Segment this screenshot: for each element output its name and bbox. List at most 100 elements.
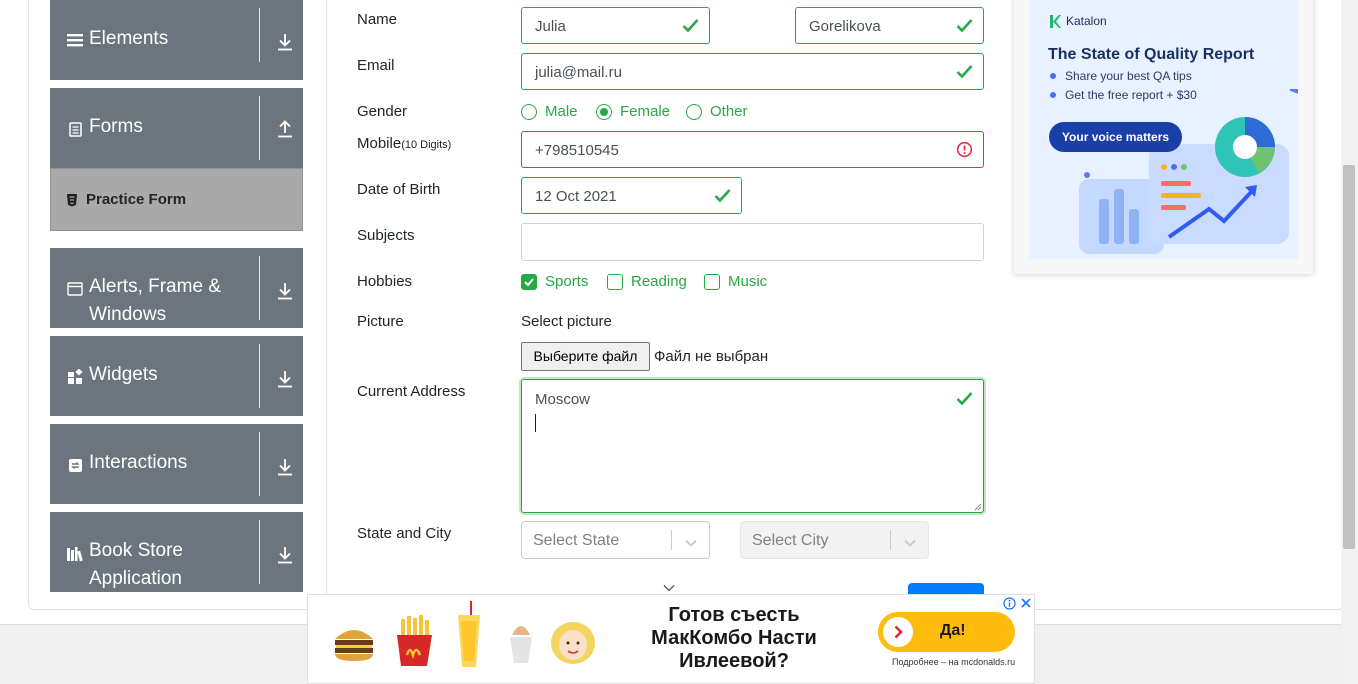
resize-handle-icon[interactable] (973, 502, 982, 511)
dob-input[interactable]: 12 Oct 2021 (521, 177, 742, 214)
ice-cream-icon (510, 626, 532, 663)
books-icon (66, 545, 84, 563)
ad-yes-button[interactable]: Да! (878, 612, 1015, 652)
first-name-input[interactable]: Julia (521, 7, 710, 44)
burger-icon (335, 630, 373, 661)
ad-headline-line: Готов съесть (668, 604, 800, 626)
checkbox-checked[interactable] (521, 273, 537, 290)
ad-banner-right[interactable]: Katalon The State of Quality Report Shar… (1014, 0, 1313, 274)
scrollbar-thumb[interactable] (1343, 165, 1355, 549)
state-placeholder: Select State (533, 532, 620, 549)
play-arrow-icon (883, 617, 913, 647)
download-arrow-icon[interactable] (276, 457, 294, 477)
ad-cta-button[interactable]: Your voice matters (1049, 122, 1182, 152)
ad-bullet-text: Get the free report + $30 (1065, 88, 1197, 102)
check-icon (682, 18, 699, 33)
chevron-down-icon[interactable] (903, 535, 917, 547)
upload-arrow-icon[interactable] (276, 119, 294, 139)
sidebar-group-label-line2: Application (89, 568, 182, 589)
sidebar-group-elements[interactable]: Elements (50, 0, 303, 80)
gender-radio-male[interactable]: Male (521, 103, 578, 120)
choose-file-button[interactable]: Выберите файл (521, 342, 650, 371)
sidebar-group-label: Interactions (89, 452, 188, 473)
ad-brand: Katalon (1049, 14, 1107, 28)
check-icon (956, 391, 973, 406)
ad-bullet: Get the free report + $30 (1050, 88, 1197, 102)
check-icon (956, 64, 973, 79)
fries-icon (397, 615, 432, 666)
html5-icon (65, 193, 79, 207)
state-city-label: State and City (357, 525, 452, 542)
sidebar-group-forms[interactable]: Forms (50, 88, 303, 168)
sidebar-item-practice-form[interactable]: Practice Form (50, 168, 303, 231)
chevron-down-icon[interactable] (684, 535, 698, 547)
ad-banner-bottom[interactable]: Готов съесть МакКомбо Насти Ивлеевой? Да… (307, 594, 1035, 684)
ad-bullet: Share your best QA tips (1050, 69, 1192, 83)
divider (259, 520, 260, 584)
mobile-input[interactable]: +798510545 (521, 131, 984, 168)
sidebar-group-widgets[interactable]: Widgets (50, 336, 303, 416)
sidebar: Elements Forms Practice Form Alerts, Fra… (50, 0, 303, 592)
sidebar-group-label: Alerts, Frame & (89, 276, 221, 297)
bullet-dot (1050, 92, 1056, 98)
ad-info-icon[interactable] (1003, 597, 1016, 610)
radio-button-selected[interactable] (596, 103, 612, 120)
city-select[interactable]: Select City (740, 521, 929, 559)
checkbox-label: Music (728, 273, 768, 290)
checkbox[interactable] (704, 273, 720, 290)
error-icon (956, 141, 973, 158)
download-arrow-icon[interactable] (276, 281, 294, 301)
divider (259, 96, 260, 160)
hobby-checkbox-sports[interactable]: Sports (521, 273, 588, 290)
sidebar-group-interactions[interactable]: Interactions (50, 424, 303, 504)
hobby-checkbox-reading[interactable]: Reading (607, 273, 687, 290)
sidebar-group-label: Book Store (89, 540, 183, 561)
gender-radio-female[interactable]: Female (596, 103, 670, 120)
radio-button[interactable] (521, 103, 537, 120)
state-select[interactable]: Select State (521, 521, 710, 559)
ad-close-icon[interactable] (1019, 596, 1033, 610)
last-name-value: Gorelikova (809, 18, 881, 35)
email-input[interactable]: julia@mail.ru (521, 53, 984, 90)
ad-brand-name: Katalon (1066, 14, 1107, 28)
radio-label: Other (710, 103, 748, 120)
widgets-icon (66, 368, 84, 386)
last-name-input[interactable]: Gorelikova (795, 7, 984, 44)
sidebar-group-label: Forms (89, 116, 143, 137)
sidebar-group-alerts-frame-windows[interactable]: Alerts, Frame & Windows (50, 248, 303, 328)
current-address-textarea[interactable]: Moscow (521, 379, 984, 513)
mobile-value: +798510545 (535, 142, 619, 159)
ad-headline: Готов съесть МакКомбо Насти Ивлеевой? (626, 604, 842, 673)
chevron-down-icon (662, 580, 676, 592)
radio-label: Male (545, 103, 578, 120)
mobile-label-hint: (10 Digits) (401, 139, 452, 151)
picture-prompt: Select picture (521, 313, 612, 330)
city-placeholder: Select City (752, 532, 829, 549)
hobby-checkbox-music[interactable]: Music (704, 273, 767, 290)
download-arrow-icon[interactable] (276, 545, 294, 565)
gender-label: Gender (357, 103, 408, 120)
ad-bullet-text: Share your best QA tips (1065, 69, 1192, 83)
subjects-input[interactable] (521, 223, 984, 261)
gender-radio-other[interactable]: Other (686, 103, 748, 120)
download-arrow-icon[interactable] (276, 369, 294, 389)
name-label: Name (357, 11, 398, 28)
radio-button[interactable] (686, 103, 702, 120)
sidebar-item-label: Practice Form (86, 191, 187, 208)
select-separator (671, 530, 672, 550)
ad-headline-line: МакКомбо Насти (651, 627, 817, 649)
sidebar-divider (326, 0, 327, 600)
sidebar-group-label: Widgets (89, 364, 158, 385)
checkbox-label: Reading (631, 273, 687, 290)
current-address-label: Current Address (357, 383, 466, 400)
subjects-label: Subjects (357, 227, 415, 244)
dob-label: Date of Birth (357, 181, 441, 198)
first-name-value: Julia (535, 18, 566, 35)
download-arrow-icon[interactable] (276, 32, 294, 52)
divider (259, 344, 260, 408)
drink-cup-icon (458, 601, 480, 667)
checkbox[interactable] (607, 273, 623, 290)
checkbox-label: Sports (545, 273, 589, 290)
text-caret (535, 414, 536, 432)
sidebar-group-book-store[interactable]: Book Store Application (50, 512, 303, 592)
